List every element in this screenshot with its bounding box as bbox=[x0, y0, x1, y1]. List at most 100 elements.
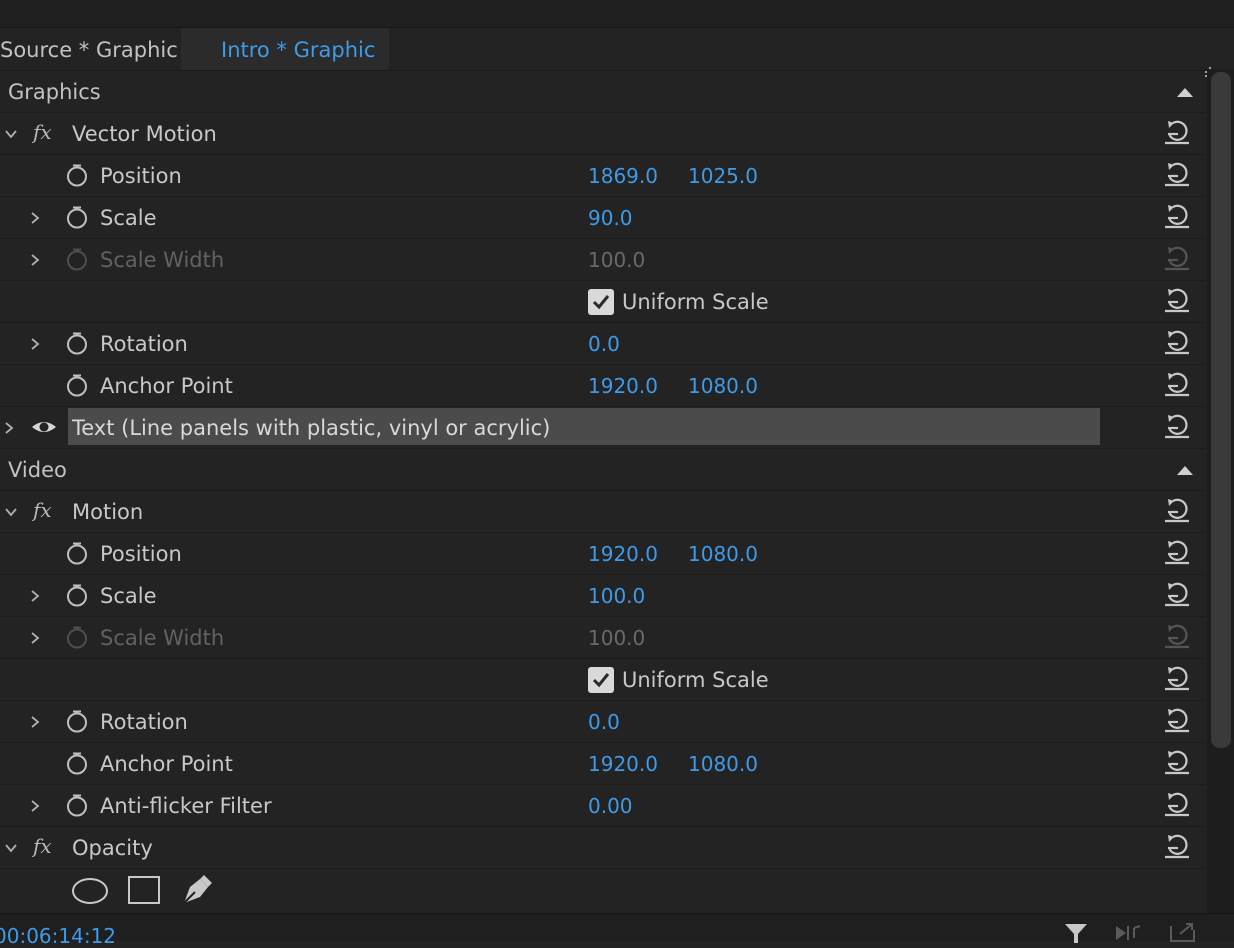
reset-icon[interactable] bbox=[1162, 665, 1192, 693]
position-x-value[interactable]: 1869.0 bbox=[588, 155, 658, 197]
rectangle-mask-icon[interactable] bbox=[127, 875, 161, 905]
reset-icon[interactable] bbox=[1162, 329, 1192, 357]
property-row-anchor-point: Anchor Point 1920.0 1080.0 bbox=[0, 743, 1205, 785]
collapse-up-icon[interactable] bbox=[1175, 464, 1195, 476]
reset-icon[interactable] bbox=[1162, 119, 1192, 147]
reset-icon[interactable] bbox=[1162, 707, 1192, 735]
fx-icon[interactable] bbox=[32, 499, 58, 523]
property-label: Position bbox=[100, 542, 182, 566]
stopwatch-icon[interactable] bbox=[65, 205, 89, 229]
anchor-x-value[interactable]: 1920.0 bbox=[588, 743, 658, 785]
rotation-value[interactable]: 0.0 bbox=[588, 323, 620, 365]
effect-controls-list: Graphics Vector Motion Position 1869.0 1… bbox=[0, 71, 1205, 913]
stopwatch-icon[interactable] bbox=[65, 163, 89, 187]
effect-row-motion[interactable]: Motion bbox=[0, 491, 1205, 533]
anti-flicker-value[interactable]: 0.00 bbox=[588, 785, 633, 827]
property-row-anchor-point: Anchor Point 1920.0 1080.0 bbox=[0, 365, 1205, 407]
uniform-scale-checkbox[interactable] bbox=[588, 289, 614, 315]
chevron-right-icon[interactable] bbox=[28, 589, 42, 603]
effect-title: Motion bbox=[72, 500, 144, 524]
reset-icon[interactable] bbox=[1162, 539, 1192, 567]
property-label: Rotation bbox=[100, 710, 188, 734]
stopwatch-icon[interactable] bbox=[65, 331, 89, 355]
chevron-right-icon[interactable] bbox=[28, 253, 42, 267]
chevron-right-icon[interactable] bbox=[28, 799, 42, 813]
scale-width-value: 100.0 bbox=[588, 248, 646, 272]
pen-mask-icon[interactable] bbox=[180, 873, 214, 907]
effect-row-opacity[interactable]: Opacity bbox=[0, 827, 1205, 869]
section-title: Video bbox=[8, 458, 67, 482]
filter-icon[interactable] bbox=[1064, 923, 1088, 943]
chevron-down-icon[interactable] bbox=[4, 127, 18, 141]
chevron-right-icon[interactable] bbox=[28, 631, 42, 645]
reset-icon[interactable] bbox=[1162, 203, 1192, 231]
reset-icon[interactable] bbox=[1162, 833, 1192, 861]
property-row-rotation: Rotation 0.0 bbox=[0, 701, 1205, 743]
play-audio-icon[interactable] bbox=[1114, 924, 1144, 942]
tab-intro-graphic[interactable]: Intro * Graphic bbox=[181, 28, 389, 70]
anchor-y-value[interactable]: 1080.0 bbox=[688, 365, 758, 407]
chevron-right-icon[interactable] bbox=[28, 211, 42, 225]
property-row-scale: Scale 100.0 bbox=[0, 575, 1205, 617]
collapse-up-icon[interactable] bbox=[1175, 86, 1195, 98]
chevron-right-icon[interactable] bbox=[28, 715, 42, 729]
anchor-x-value[interactable]: 1920.0 bbox=[588, 365, 658, 407]
reset-icon[interactable] bbox=[1162, 287, 1192, 315]
stopwatch-icon bbox=[65, 625, 89, 649]
reset-icon[interactable] bbox=[1162, 413, 1192, 441]
stopwatch-icon[interactable] bbox=[65, 751, 89, 775]
reset-icon[interactable] bbox=[1162, 371, 1192, 399]
timecode-display[interactable]: 00:06:14:12 bbox=[0, 924, 116, 948]
position-y-value[interactable]: 1025.0 bbox=[688, 155, 758, 197]
property-label: Anchor Point bbox=[100, 752, 233, 776]
scale-width-value: 100.0 bbox=[588, 626, 646, 650]
chevron-down-icon[interactable] bbox=[4, 505, 18, 519]
property-label: Anti-flicker Filter bbox=[100, 794, 272, 818]
property-label: Position bbox=[100, 164, 182, 188]
text-layer-row[interactable]: Text (Line panels with plastic, vinyl or… bbox=[0, 407, 1205, 449]
scale-value[interactable]: 100.0 bbox=[588, 575, 645, 617]
property-row-position: Position 1920.0 1080.0 bbox=[0, 533, 1205, 575]
effect-row-vector-motion[interactable]: Vector Motion bbox=[0, 113, 1205, 155]
reset-icon bbox=[1162, 623, 1192, 651]
eye-icon[interactable] bbox=[30, 417, 58, 437]
stopwatch-icon[interactable] bbox=[65, 793, 89, 817]
stopwatch-icon[interactable] bbox=[65, 541, 89, 565]
effect-title: Vector Motion bbox=[72, 122, 217, 146]
position-y-value[interactable]: 1080.0 bbox=[688, 533, 758, 575]
checkbox-label: Uniform Scale bbox=[622, 668, 769, 692]
text-layer-label[interactable]: Text (Line panels with plastic, vinyl or… bbox=[72, 407, 550, 449]
fx-icon[interactable] bbox=[32, 121, 58, 145]
property-label: Scale bbox=[100, 584, 157, 608]
property-row-anti-flicker: Anti-flicker Filter 0.00 bbox=[0, 785, 1205, 827]
scale-value[interactable]: 90.0 bbox=[588, 197, 633, 239]
stopwatch-icon[interactable] bbox=[65, 709, 89, 733]
reset-icon[interactable] bbox=[1162, 161, 1192, 189]
stopwatch-icon[interactable] bbox=[65, 373, 89, 397]
reset-icon[interactable] bbox=[1162, 791, 1192, 819]
tab-source-graphic[interactable]: Source * Graphic bbox=[0, 28, 178, 70]
chevron-right-icon[interactable] bbox=[2, 421, 16, 435]
property-row-scale: Scale 90.0 bbox=[0, 197, 1205, 239]
reset-icon[interactable] bbox=[1162, 749, 1192, 777]
rotation-value[interactable]: 0.0 bbox=[588, 701, 620, 743]
reset-icon[interactable] bbox=[1162, 497, 1192, 525]
video-section-header[interactable]: Video bbox=[0, 449, 1205, 491]
mask-tools-row bbox=[0, 869, 1205, 913]
chevron-down-icon[interactable] bbox=[4, 841, 18, 855]
fx-icon[interactable] bbox=[32, 835, 58, 859]
uniform-scale-checkbox[interactable] bbox=[588, 667, 614, 693]
chevron-right-icon[interactable] bbox=[28, 337, 42, 351]
position-x-value[interactable]: 1920.0 bbox=[588, 533, 658, 575]
scrollbar-thumb[interactable] bbox=[1211, 72, 1231, 748]
graphics-section-header[interactable]: Graphics bbox=[0, 71, 1205, 113]
reset-icon[interactable] bbox=[1162, 581, 1192, 609]
top-strip bbox=[0, 0, 1234, 28]
stopwatch-icon bbox=[65, 247, 89, 271]
anchor-y-value[interactable]: 1080.0 bbox=[688, 743, 758, 785]
stopwatch-icon[interactable] bbox=[65, 583, 89, 607]
export-icon[interactable] bbox=[1168, 922, 1198, 942]
property-row-position: Position 1869.0 1025.0 bbox=[0, 155, 1205, 197]
property-label: Scale bbox=[100, 206, 157, 230]
ellipse-mask-icon[interactable] bbox=[71, 877, 109, 905]
